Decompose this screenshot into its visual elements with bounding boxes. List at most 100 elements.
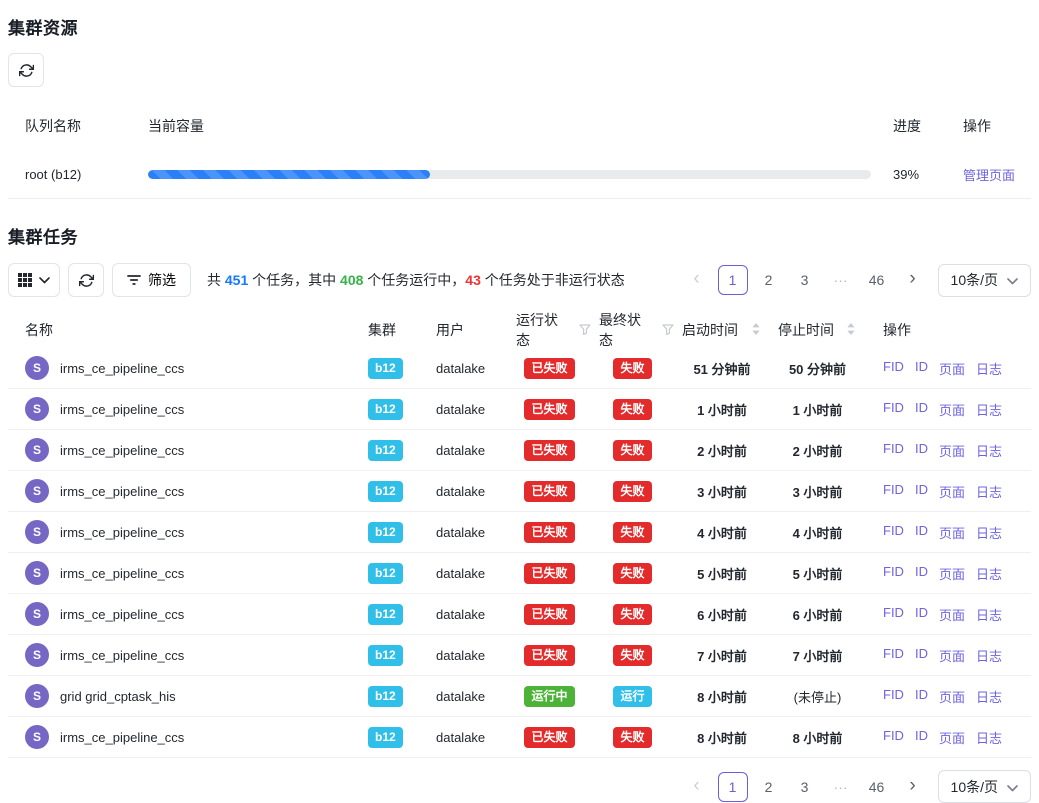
next-page-button[interactable]: ›	[898, 772, 928, 802]
fid-link[interactable]: FID	[883, 646, 904, 665]
page-link[interactable]: 页面	[939, 605, 965, 624]
tasks-table-header: 名称 集群 用户 运行状态 最终状态 启动时间 停止时间	[8, 312, 1031, 348]
start-time-cell: 1 小时前	[674, 400, 770, 419]
task-name: irms_ce_pipeline_ccs	[60, 648, 184, 663]
resources-refresh-button[interactable]	[8, 53, 44, 87]
prev-page-button[interactable]: ‹	[682, 265, 712, 295]
page-link[interactable]: 页面	[939, 564, 965, 583]
log-link[interactable]: 日志	[976, 687, 1002, 706]
log-link[interactable]: 日志	[976, 728, 1002, 747]
prev-page-button[interactable]: ‹	[682, 772, 712, 802]
page-link[interactable]: 页面	[939, 728, 965, 747]
page-1-button[interactable]: 1	[718, 772, 748, 802]
stopped-count: 43	[465, 272, 481, 288]
table-row: S irms_ce_pipeline_ccs b12 datalake 已失败 …	[8, 471, 1031, 512]
stop-time-cell: 2 小时前	[770, 441, 865, 460]
log-link[interactable]: 日志	[976, 359, 1002, 378]
run-status-header-label: 运行状态	[516, 310, 570, 350]
column-settings-button[interactable]	[8, 263, 60, 297]
page-2-button[interactable]: 2	[754, 772, 784, 802]
page-3-button[interactable]: 3	[790, 772, 820, 802]
resources-table-header: 队列名称 当前容量 进度 操作	[8, 103, 1031, 151]
filter-funnel-icon[interactable]	[579, 322, 591, 338]
fid-link[interactable]: FID	[883, 564, 904, 583]
page-size-select[interactable]: 10条/页	[938, 770, 1031, 803]
fid-link[interactable]: FID	[883, 605, 904, 624]
fid-link[interactable]: FID	[883, 400, 904, 419]
id-link[interactable]: ID	[915, 605, 928, 624]
page-ellipsis[interactable]: ···	[826, 265, 856, 295]
page-3-button[interactable]: 3	[790, 265, 820, 295]
final-status-badge: 运行	[613, 686, 651, 707]
page-1-button[interactable]: 1	[718, 265, 748, 295]
id-link[interactable]: ID	[915, 687, 928, 706]
manage-page-link[interactable]: 管理页面	[963, 168, 1015, 183]
page-46-button[interactable]: 46	[862, 265, 892, 295]
id-link[interactable]: ID	[915, 728, 928, 747]
page-link[interactable]: 页面	[939, 646, 965, 665]
start-time-cell: 3 小时前	[674, 482, 770, 501]
final-status-badge: 失败	[613, 399, 651, 420]
fid-link[interactable]: FID	[883, 687, 904, 706]
id-link[interactable]: ID	[915, 646, 928, 665]
sort-icon[interactable]	[752, 322, 760, 338]
fid-link[interactable]: FID	[883, 523, 904, 542]
page-2-button[interactable]: 2	[754, 265, 784, 295]
page-link[interactable]: 页面	[939, 523, 965, 542]
final-status-badge: 失败	[613, 604, 651, 625]
cluster-badge: b12	[368, 399, 403, 420]
filter-button[interactable]: 筛选	[112, 263, 191, 297]
start-time-header-label: 启动时间	[682, 320, 738, 340]
queue-row-root: root (b12) 39% 管理页面	[8, 151, 1031, 199]
task-name: irms_ce_pipeline_ccs	[60, 525, 184, 540]
user-cell: datalake	[428, 402, 508, 417]
final-status-badge: 失败	[613, 440, 651, 461]
sort-icon[interactable]	[847, 322, 855, 338]
grid-icon	[18, 273, 32, 287]
user-cell: datalake	[428, 443, 508, 458]
page-link[interactable]: 页面	[939, 687, 965, 706]
stop-time-header-label: 停止时间	[778, 320, 834, 340]
tasks-refresh-button[interactable]	[68, 263, 104, 297]
log-link[interactable]: 日志	[976, 482, 1002, 501]
cluster-badge: b12	[368, 645, 403, 666]
final-status-badge: 失败	[613, 481, 651, 502]
page-link[interactable]: 页面	[939, 359, 965, 378]
fid-link[interactable]: FID	[883, 441, 904, 460]
filter-icon	[127, 274, 141, 286]
log-link[interactable]: 日志	[976, 400, 1002, 419]
page-link[interactable]: 页面	[939, 482, 965, 501]
table-row: S grid grid_cptask_his b12 datalake 运行中 …	[8, 676, 1031, 717]
id-link[interactable]: ID	[915, 482, 928, 501]
page-46-button[interactable]: 46	[862, 772, 892, 802]
final-status-badge: 失败	[613, 645, 651, 666]
log-link[interactable]: 日志	[976, 646, 1002, 665]
top-pagination: ‹ 1 2 3 ··· 46 › 10条/页	[682, 264, 1031, 297]
log-link[interactable]: 日志	[976, 605, 1002, 624]
run-status-badge: 已失败	[524, 727, 574, 748]
id-link[interactable]: ID	[915, 441, 928, 460]
log-link[interactable]: 日志	[976, 441, 1002, 460]
table-row: S irms_ce_pipeline_ccs b12 datalake 已失败 …	[8, 635, 1031, 676]
table-row: S irms_ce_pipeline_ccs b12 datalake 已失败 …	[8, 512, 1031, 553]
fid-link[interactable]: FID	[883, 482, 904, 501]
page-ellipsis[interactable]: ···	[826, 772, 856, 802]
id-link[interactable]: ID	[915, 400, 928, 419]
page-link[interactable]: 页面	[939, 441, 965, 460]
table-row: S irms_ce_pipeline_ccs b12 datalake 已失败 …	[8, 430, 1031, 471]
progress-value: 39%	[871, 167, 939, 182]
fid-link[interactable]: FID	[883, 728, 904, 747]
next-page-button[interactable]: ›	[898, 265, 928, 295]
user-cell: datalake	[428, 607, 508, 622]
filter-funnel-icon[interactable]	[662, 322, 674, 338]
id-link[interactable]: ID	[915, 564, 928, 583]
log-link[interactable]: 日志	[976, 523, 1002, 542]
fid-link[interactable]: FID	[883, 359, 904, 378]
id-link[interactable]: ID	[915, 359, 928, 378]
log-link[interactable]: 日志	[976, 564, 1002, 583]
progress-header: 进度	[871, 116, 939, 136]
page-link[interactable]: 页面	[939, 400, 965, 419]
page-size-select[interactable]: 10条/页	[938, 264, 1031, 297]
stop-time-cell: 3 小时前	[770, 482, 865, 501]
id-link[interactable]: ID	[915, 523, 928, 542]
